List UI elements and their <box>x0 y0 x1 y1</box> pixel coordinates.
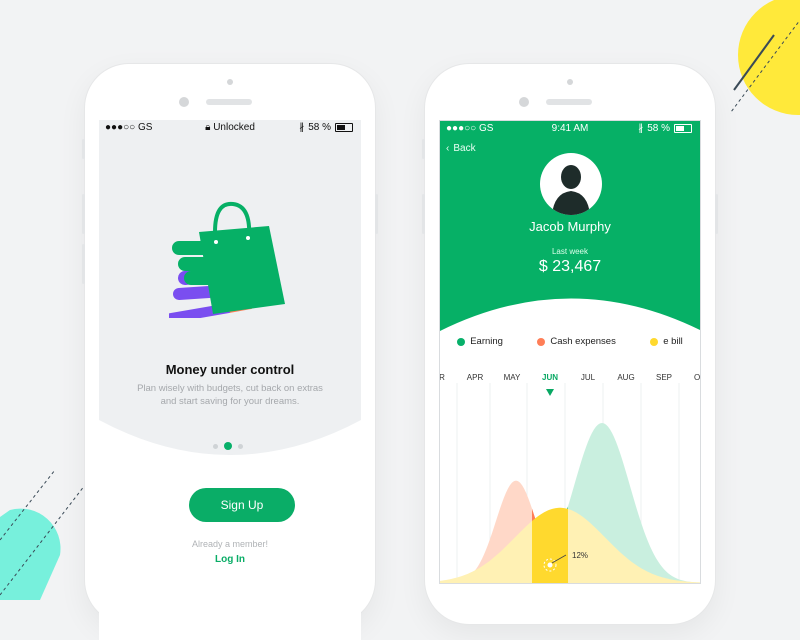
status-right: ∦ 58 % <box>638 123 692 134</box>
already-member-text: Already a member! <box>191 539 269 549</box>
period-label: Last week <box>551 247 589 256</box>
camera-dot <box>227 79 233 85</box>
status-bar: ●●●○○ GS 🔒︎ Unlocked ∦ 58 % <box>99 120 361 136</box>
battery-icon <box>674 124 692 133</box>
onboarding-screen: ●●●○○ GS 🔒︎ Unlocked ∦ 58 % Money under … <box>99 120 361 640</box>
legend-swatch <box>650 337 659 346</box>
back-button[interactable]: ‹ Back <box>446 143 476 154</box>
status-bar: ●●●○○ GS 9:41 AM ∦ 58 % <box>440 121 700 137</box>
annotation-dot <box>547 562 553 568</box>
log-in-link[interactable]: Log In <box>99 554 361 565</box>
legend-label: e bill <box>663 336 683 347</box>
month-label[interactable]: SEP <box>656 373 672 382</box>
month-label[interactable]: OC <box>694 373 700 382</box>
speaker <box>206 99 252 105</box>
speaker <box>546 99 592 105</box>
page-dot[interactable] <box>238 443 243 449</box>
side-button <box>422 139 425 159</box>
onboarding-description-line1: Plan wisely with budgets, cut back on ex… <box>137 383 323 394</box>
decor-yellow-circle <box>730 0 800 115</box>
side-button <box>375 194 378 234</box>
front-sensor <box>519 97 529 107</box>
side-button <box>422 194 425 234</box>
legend-item[interactable]: e bill <box>650 336 683 347</box>
area-chart[interactable]: 12% <box>440 383 701 584</box>
selected-month-marker <box>546 389 554 396</box>
month-label[interactable]: R <box>440 373 445 382</box>
annotation-label: 12% <box>572 551 588 560</box>
month-label[interactable]: MAY <box>504 373 521 382</box>
page-dot[interactable] <box>213 443 218 449</box>
legend-swatch <box>457 337 466 346</box>
decor-teal-circle <box>0 469 86 600</box>
month-label[interactable]: JUN <box>542 373 558 382</box>
shopping-bag-icon <box>169 201 285 318</box>
battery-percent: 58 % <box>647 123 670 134</box>
legend-item[interactable]: Cash expenses <box>537 336 616 347</box>
legend-item[interactable]: Earning <box>457 336 503 347</box>
side-button <box>82 194 85 234</box>
status-right: ∦ 58 % <box>299 122 353 133</box>
dashboard-screen: ●●●○○ GS 9:41 AM ∦ 58 % ‹ Back Jacob Mur… <box>439 120 701 584</box>
side-button <box>82 244 85 284</box>
total-amount: $ 23,467 <box>538 258 602 275</box>
onboarding-description-line2: and start saving for your dreams. <box>160 396 300 407</box>
onboarding-title: Money under control <box>165 362 295 377</box>
legend-label: Cash expenses <box>550 336 616 347</box>
battery-percent: 58 % <box>308 122 331 133</box>
user-name: Jacob Murphy <box>529 219 611 234</box>
lock-icon: 🔒︎ <box>205 122 211 133</box>
battery-icon <box>335 123 353 132</box>
phone-onboarding: ●●●○○ GS 🔒︎ Unlocked ∦ 58 % Money under … <box>82 64 378 640</box>
side-button <box>82 139 85 159</box>
month-label[interactable]: APR <box>467 373 483 382</box>
legend-label: Earning <box>470 336 503 347</box>
legend-swatch <box>537 337 546 346</box>
chart-legend: Earning Cash expenses e bill <box>440 336 700 347</box>
bluetooth-icon: ∦ <box>638 123 644 134</box>
page-indicator[interactable] <box>213 442 243 450</box>
phone-dashboard: ●●●○○ GS 9:41 AM ∦ 58 % ‹ Back Jacob Mur… <box>422 64 718 624</box>
avatar[interactable] <box>540 153 602 215</box>
page-dot-active[interactable] <box>224 442 232 450</box>
back-label: Back <box>453 143 476 154</box>
camera-dot <box>567 79 573 85</box>
front-sensor <box>179 97 189 107</box>
side-button <box>715 194 718 234</box>
month-label[interactable]: JUL <box>581 373 595 382</box>
bluetooth-icon: ∦ <box>299 122 305 133</box>
sign-up-button[interactable]: Sign Up <box>189 488 295 522</box>
month-label[interactable]: AUG <box>617 373 634 382</box>
chevron-left-icon: ‹ <box>446 143 450 154</box>
